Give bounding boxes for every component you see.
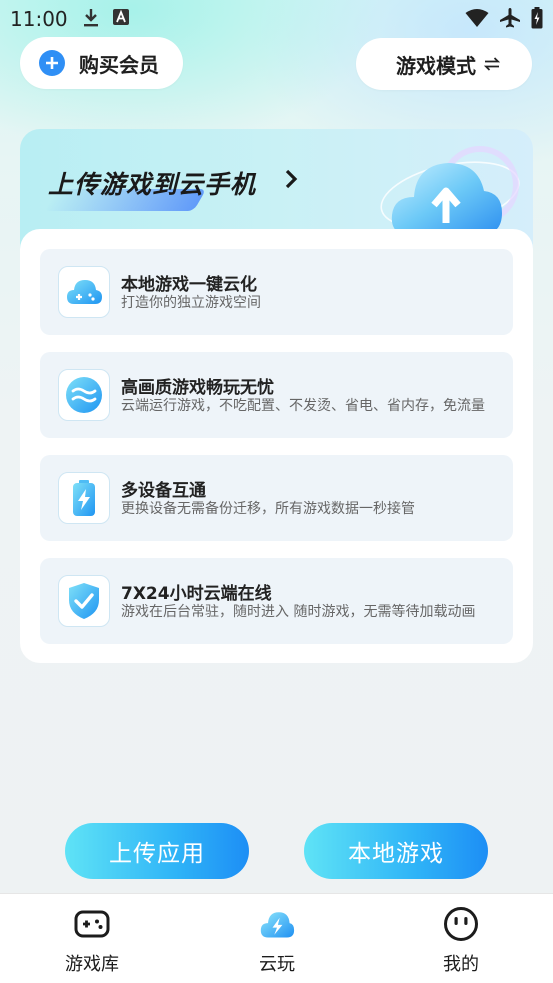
banner-title: 上传游戏到云手机: [48, 170, 257, 199]
buy-vip-label: 购买会员: [79, 52, 159, 77]
feature-title: 本地游戏一键云化: [121, 275, 257, 295]
feature-card-always-online: 7X24小时云端在线 游戏在后台常驻，随时进入 随时游戏，无需等待加载动画: [40, 558, 513, 644]
cloud-gamepad-icon: [58, 266, 110, 318]
cloud-bolt-icon: [259, 906, 295, 942]
tab-label: 我的: [443, 954, 479, 975]
a-icon: [112, 8, 130, 32]
tab-label: 云玩: [259, 954, 295, 975]
battery-bolt-icon: [58, 472, 110, 524]
status-right-icons: [465, 7, 543, 33]
feature-desc: 云端运行游戏，不吃配置、不发烫、省电、省内存，免流量: [121, 398, 485, 414]
gamepad-icon: [74, 906, 110, 942]
tab-game-library[interactable]: 游戏库: [32, 894, 152, 983]
feature-desc: 更换设备无需备份迁移，所有游戏数据一秒接管: [121, 501, 415, 517]
chevron-right-icon: [284, 169, 298, 193]
waves-icon: [58, 369, 110, 421]
features-panel: 本地游戏一键云化 打造你的独立游戏空间 高画质游戏畅玩无忧 云端运行游戏，不吃配…: [20, 229, 533, 663]
tab-cloud-play[interactable]: 云玩: [217, 894, 337, 983]
airplane-icon: [499, 7, 521, 33]
wifi-icon: [465, 8, 489, 32]
shield-check-icon: [58, 575, 110, 627]
feature-desc: 游戏在后台常驻，随时进入 随时游戏，无需等待加载动画: [121, 604, 476, 620]
status-left-icons: [82, 8, 130, 32]
upload-app-button[interactable]: 上传应用: [65, 823, 249, 879]
bottom-tab-bar: 游戏库 云玩 我的: [0, 893, 553, 983]
local-games-button[interactable]: 本地游戏: [304, 823, 488, 879]
tab-label: 游戏库: [65, 954, 119, 975]
feature-card-multi-device: 多设备互通 更换设备无需备份迁移，所有游戏数据一秒接管: [40, 455, 513, 541]
swap-arrows-icon: [484, 57, 500, 71]
battery-icon: [531, 7, 543, 33]
status-time: 11:00: [10, 7, 68, 31]
feature-desc: 打造你的独立游戏空间: [121, 295, 261, 311]
face-icon: [443, 906, 479, 942]
status-bar: 11:00: [0, 0, 553, 36]
feature-title: 7X24小时云端在线: [121, 584, 272, 604]
buy-vip-button[interactable]: 购买会员: [20, 37, 183, 89]
feature-card-cloud-games: 本地游戏一键云化 打造你的独立游戏空间: [40, 249, 513, 335]
tab-mine[interactable]: 我的: [401, 894, 521, 983]
feature-title: 高画质游戏畅玩无忧: [121, 378, 274, 398]
plus-icon: [39, 50, 65, 76]
feature-card-high-quality: 高画质游戏畅玩无忧 云端运行游戏，不吃配置、不发烫、省电、省内存，免流量: [40, 352, 513, 438]
download-icon: [82, 8, 100, 32]
feature-title: 多设备互通: [121, 481, 206, 501]
game-mode-button[interactable]: 游戏模式: [356, 38, 532, 90]
game-mode-label: 游戏模式: [396, 53, 476, 78]
